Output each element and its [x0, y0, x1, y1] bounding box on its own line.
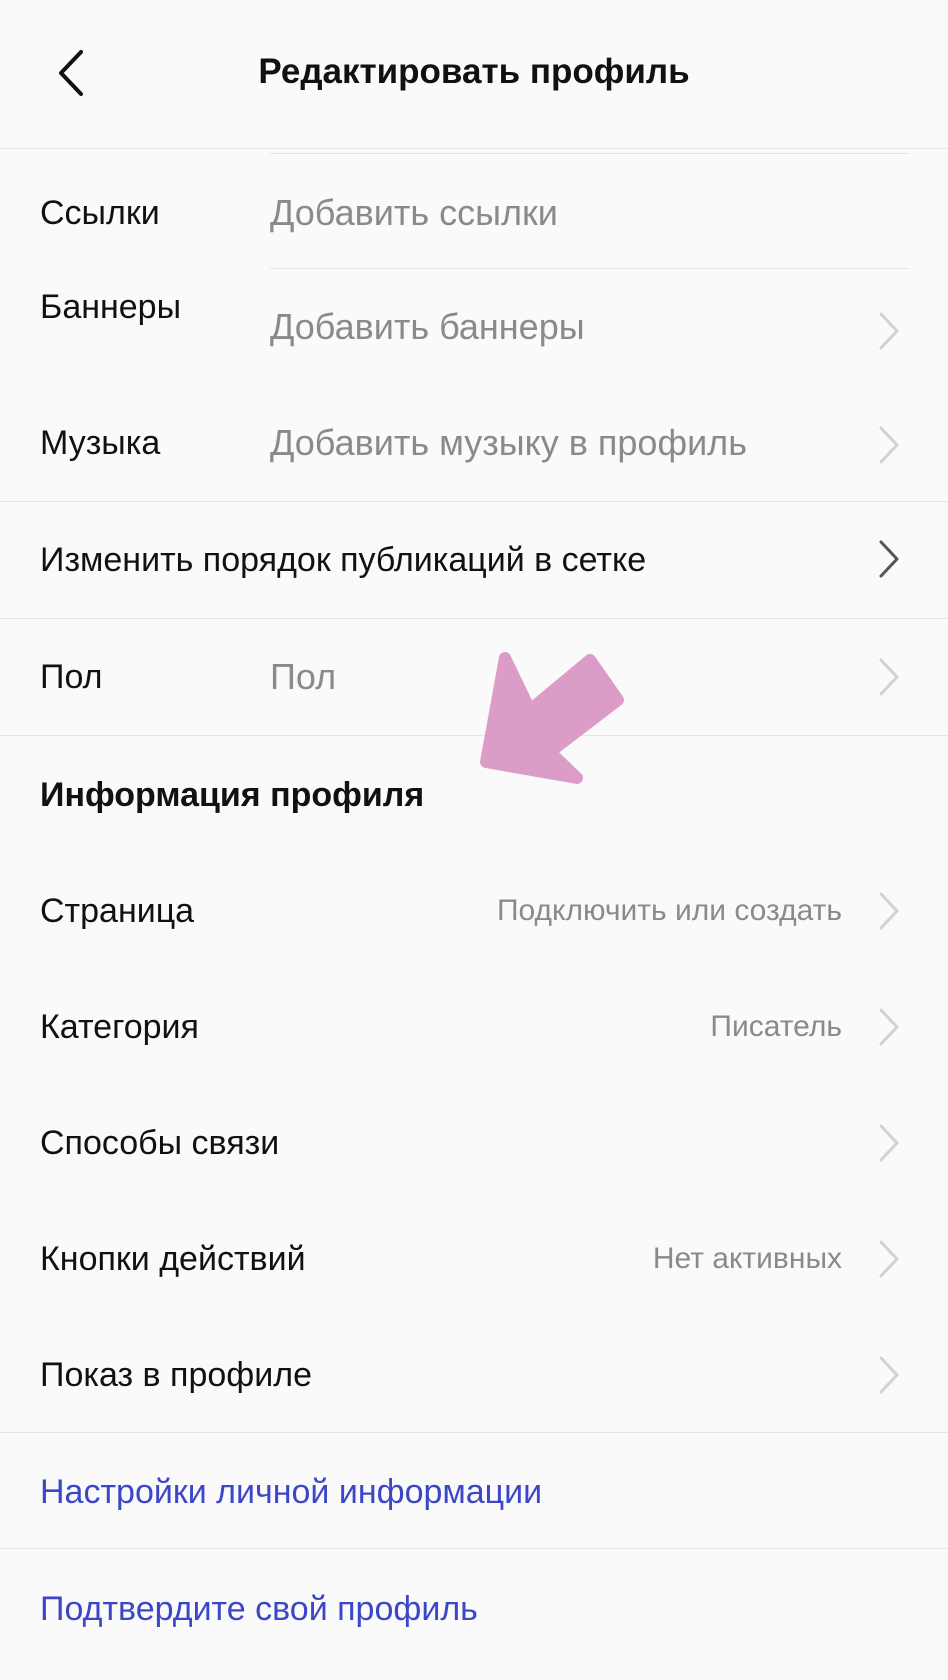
- row-label: Ссылки: [40, 194, 160, 232]
- page-title: Редактировать профиль: [258, 52, 690, 91]
- row-label: Страница: [40, 892, 195, 930]
- chevron-right-icon: [879, 892, 899, 930]
- links-value: Добавить ссылки: [270, 192, 558, 233]
- row-label: Категория: [40, 1008, 199, 1046]
- category-value: Писатель: [710, 1010, 842, 1043]
- row-grid-order[interactable]: Изменить порядок публикаций в сетке: [0, 502, 948, 617]
- chevron-right-icon: [879, 1008, 899, 1046]
- chevron-right-icon: [879, 426, 899, 464]
- row-category[interactable]: Категория Писатель: [0, 969, 948, 1085]
- divider: [0, 1548, 948, 1549]
- section-heading: Информация профиля: [40, 776, 425, 814]
- row-label: Показ в профиле: [40, 1356, 312, 1394]
- row-gender[interactable]: Пол Пол: [0, 619, 948, 734]
- nav-header: Редактировать профиль: [0, 0, 948, 149]
- row-contact-options[interactable]: Способы связи: [0, 1085, 948, 1201]
- divider: [270, 153, 910, 154]
- row-label: Кнопки действий: [40, 1240, 306, 1278]
- row-label: Изменить порядок публикаций в сетке: [40, 541, 647, 579]
- row-label: Музыка: [40, 424, 161, 462]
- action-buttons-value: Нет активных: [652, 1242, 842, 1275]
- divider: [0, 735, 948, 736]
- row-label: Способы связи: [40, 1124, 280, 1162]
- verify-profile-link[interactable]: Подтвердите свой профиль: [40, 1587, 478, 1631]
- row-banners[interactable]: Баннеры Добавить баннеры: [0, 269, 948, 385]
- row-profile-display[interactable]: Показ в профиле: [0, 1317, 948, 1433]
- row-label: Пол: [40, 658, 103, 696]
- chevron-right-icon: [879, 658, 899, 696]
- chevron-right-icon: [879, 1356, 899, 1394]
- row-page[interactable]: Страница Подключить или создать: [0, 853, 948, 969]
- row-links[interactable]: Ссылки Добавить ссылки: [0, 155, 948, 267]
- row-action-buttons[interactable]: Кнопки действий Нет активных: [0, 1201, 948, 1317]
- row-label: Баннеры: [40, 288, 182, 326]
- divider: [0, 1432, 948, 1433]
- chevron-right-icon: [879, 1124, 899, 1162]
- annotation-arrow-icon: [480, 652, 624, 784]
- gender-value: Пол: [270, 656, 337, 697]
- page-value: Подключить или создать: [496, 894, 842, 927]
- chevron-right-icon: [879, 540, 899, 578]
- personal-info-settings-link[interactable]: Настройки личной информации: [40, 1470, 542, 1514]
- banners-value: Добавить баннеры: [270, 306, 585, 347]
- music-value: Добавить музыку в профиль: [270, 422, 747, 463]
- chevron-right-icon: [879, 1240, 899, 1278]
- row-music[interactable]: Музыка Добавить музыку в профиль: [0, 385, 948, 500]
- chevron-right-icon: [879, 312, 899, 350]
